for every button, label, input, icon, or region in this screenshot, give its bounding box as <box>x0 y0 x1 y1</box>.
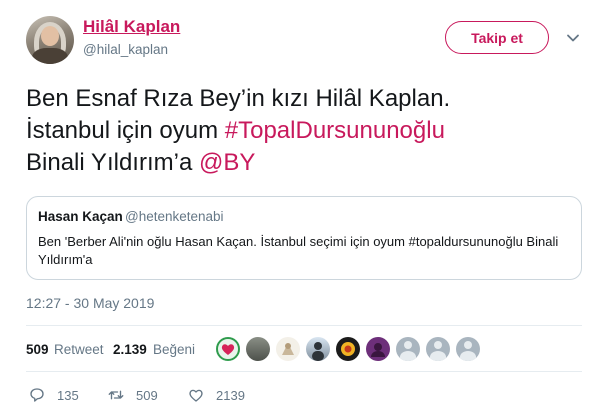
liker-avatar-default[interactable] <box>426 337 450 361</box>
author-avatar[interactable] <box>26 16 74 64</box>
liker-avatar[interactable] <box>336 337 360 361</box>
like-label[interactable]: Beğeni <box>153 342 195 357</box>
retweet-label[interactable]: Retweet <box>54 342 104 357</box>
quoted-author-name: Hasan Kaçan <box>38 209 123 224</box>
retweet-action-count: 509 <box>136 387 158 403</box>
tweet-timestamp[interactable]: 12:27 - 30 May 2019 <box>26 295 154 311</box>
tweet-line-2: İstanbul için oyum #TopalDursununoğlu <box>26 115 571 147</box>
liker-figure-icon <box>282 343 294 355</box>
hashtag-link[interactable]: #TopalDursununoğlu <box>225 117 445 144</box>
avatar-body <box>32 48 68 64</box>
liker-person-icon <box>312 342 324 361</box>
retweet-count[interactable]: 509 <box>26 342 49 357</box>
follow-button[interactable]: Takip et <box>445 21 549 54</box>
heart-icon <box>189 389 203 402</box>
liker-figure-icon <box>371 343 385 357</box>
liker-avatar-default[interactable] <box>456 337 480 361</box>
tweet-line-1: Ben Esnaf Rıza Bey’in kızı Hilâl Kaplan. <box>26 85 451 112</box>
chevron-down-icon[interactable] <box>566 31 580 45</box>
author-handle[interactable]: @hilal_kaplan <box>83 42 168 57</box>
quoted-tweet[interactable]: Hasan Kaçan @hetenketenabi Ben 'Berber A… <box>26 196 582 280</box>
tweet-text: Ben Esnaf Rıza Bey’in kızı Hilâl Kaplan.… <box>26 83 571 179</box>
tweet-line-3: Binali Yıldırım’a @BY <box>26 147 571 179</box>
tweet-line-2-text: İstanbul için oyum <box>26 117 225 144</box>
retweet-button[interactable]: 509 <box>107 386 158 404</box>
avatar-face <box>41 26 59 46</box>
liker-avatar[interactable] <box>306 337 330 361</box>
liker-avatar[interactable] <box>246 337 270 361</box>
reply-icon <box>30 388 44 402</box>
like-button[interactable]: 2139 <box>187 386 245 404</box>
mention-link[interactable]: @BY <box>199 149 255 176</box>
like-count[interactable]: 2.139 <box>113 342 147 357</box>
quoted-text: Ben 'Berber Ali'nin oğlu Hasan Kaçan. İs… <box>38 234 559 267</box>
retweet-icon <box>108 390 124 400</box>
like-action-count: 2139 <box>216 387 245 403</box>
quoted-author-handle: @hetenketenabi <box>125 209 224 224</box>
liker-avatar[interactable] <box>216 337 240 361</box>
liker-avatar[interactable] <box>366 337 390 361</box>
heart-icon <box>216 337 240 361</box>
liker-avatar[interactable] <box>276 337 300 361</box>
reply-count: 135 <box>57 387 79 403</box>
liker-avatar-default[interactable] <box>396 337 420 361</box>
tweet-line-3-text: Binali Yıldırım’a <box>26 149 199 176</box>
author-name[interactable]: Hilâl Kaplan <box>83 17 180 37</box>
liker-emblem-icon <box>341 342 355 356</box>
reply-button[interactable]: 135 <box>28 386 79 404</box>
divider <box>26 371 582 372</box>
divider <box>26 325 582 326</box>
